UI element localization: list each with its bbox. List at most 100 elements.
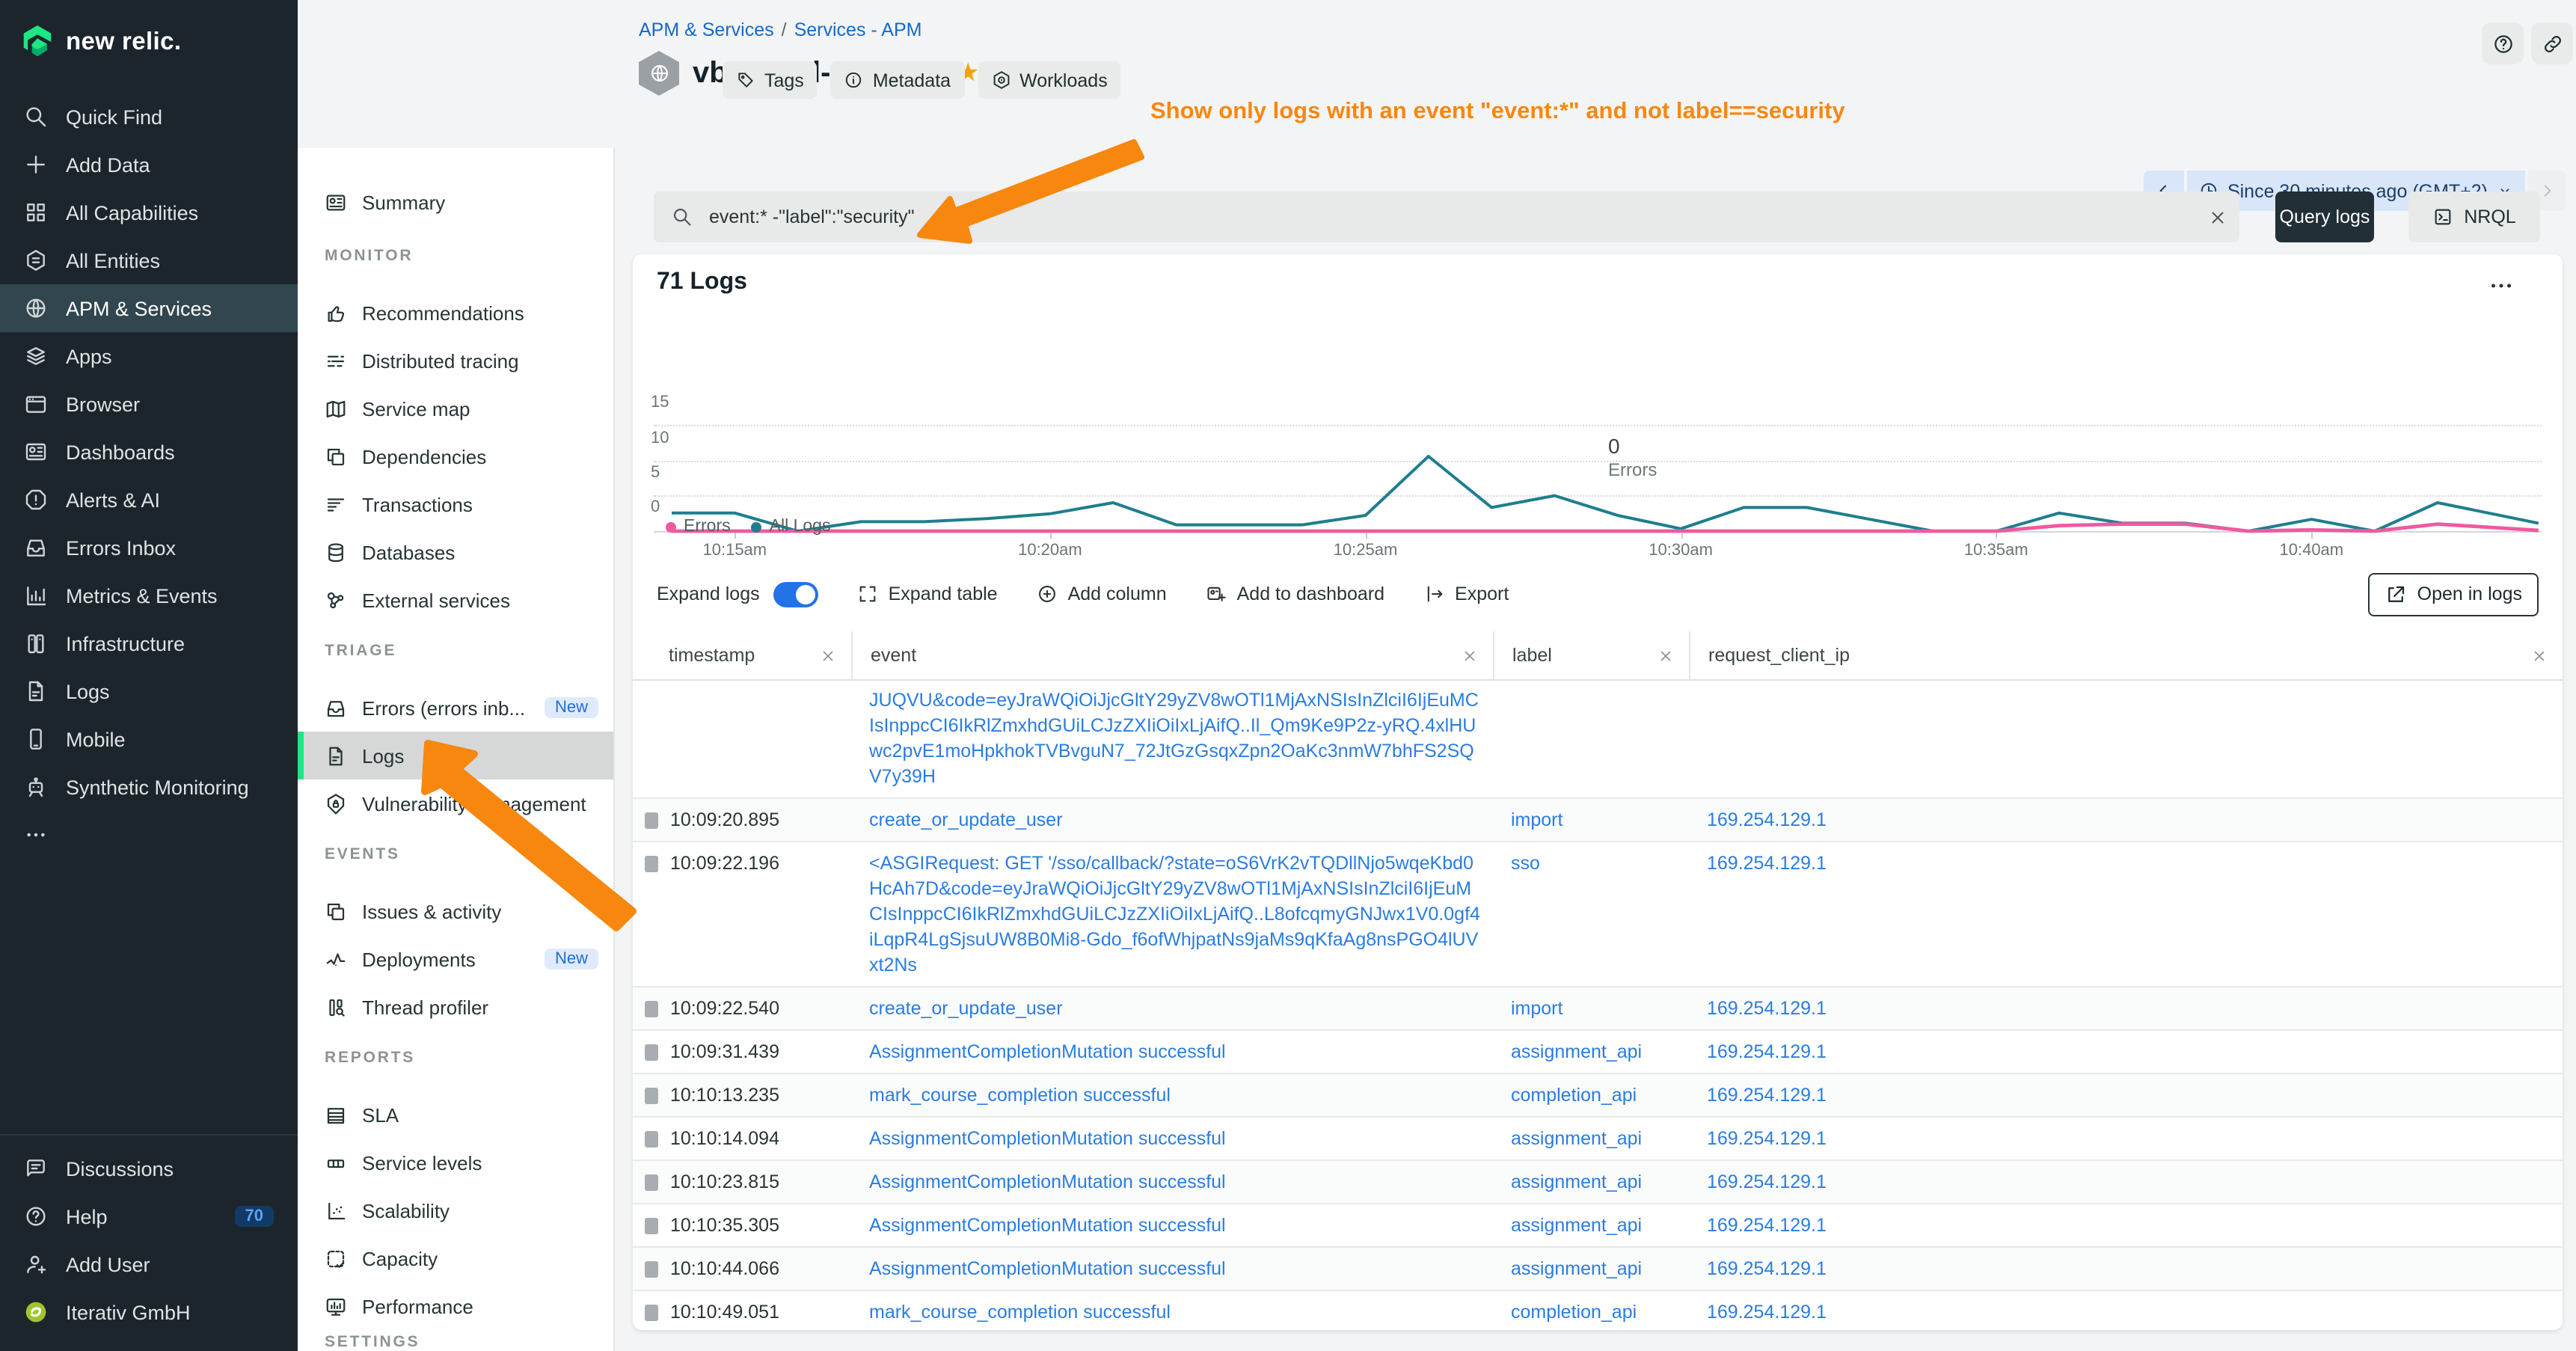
legend-item-errors[interactable]: Errors — [666, 518, 731, 536]
cell-request-client-ip-link[interactable]: 169.254.129.1 — [1707, 1085, 1827, 1106]
cell-label-link[interactable]: assignment_api — [1511, 1041, 1642, 1062]
entity-action-button[interactable]: Metadata — [831, 61, 964, 99]
entity-nav-item[interactable]: Vulnerability Management — [298, 779, 613, 827]
log-table-row[interactable]: 10:10:13.235mark_course_completion succe… — [633, 1074, 2563, 1118]
log-query-input[interactable] — [706, 205, 2195, 229]
cell-label-link[interactable]: import — [1511, 809, 1563, 830]
legend-item-all-logs[interactable]: All Logs — [752, 518, 831, 536]
row-marker[interactable] — [645, 1088, 658, 1104]
entity-nav-item[interactable]: Errors (errors inb... New — [298, 684, 613, 732]
entity-nav-item[interactable]: Logs — [298, 732, 613, 779]
log-table-row[interactable]: 10:09:31.439AssignmentCompletionMutation… — [633, 1031, 2563, 1074]
global-nav-item[interactable]: Add Data — [0, 141, 298, 189]
remove-column-icon[interactable] — [820, 647, 836, 664]
cell-request-client-ip-link[interactable]: 169.254.129.1 — [1707, 853, 1827, 874]
global-nav-item[interactable] — [0, 811, 298, 859]
column-header-label[interactable]: label — [1493, 631, 1689, 679]
entity-nav-item[interactable]: Deployments New — [298, 935, 613, 983]
entity-nav-item[interactable]: Summary — [298, 178, 613, 226]
global-nav-item[interactable]: Logs — [0, 667, 298, 715]
log-table-row[interactable]: 10:09:22.540create_or_update_userimport1… — [633, 987, 2563, 1031]
help-button[interactable] — [2482, 22, 2524, 64]
cell-request-client-ip-link[interactable]: 169.254.129.1 — [1707, 1171, 1827, 1192]
log-table-row[interactable]: 10:09:22.196<ASGIRequest: GET '/sso/call… — [633, 842, 2563, 987]
global-nav-item[interactable]: Alerts & AI — [0, 476, 298, 524]
add-column-button[interactable]: Add column — [1037, 583, 1167, 604]
cell-event-link[interactable]: AssignmentCompletionMutation successful — [869, 1258, 1226, 1279]
panel-menu-button[interactable] — [2488, 272, 2533, 302]
entity-nav-item[interactable]: Service map — [298, 385, 613, 432]
row-marker[interactable] — [645, 1218, 658, 1234]
entity-nav-item[interactable]: Issues & activity — [298, 887, 613, 935]
cell-label-link[interactable]: completion_api — [1511, 1302, 1637, 1323]
expand-logs-toggle[interactable] — [773, 581, 818, 607]
cell-request-client-ip-link[interactable]: 169.254.129.1 — [1707, 809, 1827, 830]
log-table-row[interactable]: JUQVU&code=eyJraWQiOiJjcGltY29yZV8wOTl1M… — [633, 679, 2563, 799]
row-marker[interactable] — [645, 1174, 658, 1191]
global-nav-item[interactable]: Browser — [0, 380, 298, 428]
column-header-event[interactable]: event — [851, 631, 1493, 679]
entity-nav-item[interactable]: Distributed tracing — [298, 337, 613, 385]
add-to-dashboard-button[interactable]: Add to dashboard — [1206, 583, 1384, 604]
global-nav-item[interactable]: Apps — [0, 332, 298, 380]
cell-label-link[interactable]: sso — [1511, 853, 1540, 874]
entity-action-button[interactable]: Tags — [723, 61, 818, 99]
cell-request-client-ip-link[interactable]: 169.254.129.1 — [1707, 998, 1827, 1019]
global-nav-item[interactable]: Dashboards — [0, 428, 298, 476]
cell-label-link[interactable]: completion_api — [1511, 1085, 1637, 1106]
global-nav-item[interactable]: All Entities — [0, 236, 298, 284]
export-button[interactable]: Export — [1423, 583, 1509, 604]
log-query-bar[interactable] — [654, 192, 2239, 242]
cell-request-client-ip-link[interactable]: 169.254.129.1 — [1707, 1302, 1827, 1323]
entity-nav-item[interactable]: Transactions — [298, 480, 613, 528]
cell-event-link[interactable]: <ASGIRequest: GET '/sso/callback/?state=… — [869, 853, 1480, 975]
breadcrumb-services-apm[interactable]: Services - APM — [794, 19, 922, 40]
row-marker[interactable] — [645, 1044, 658, 1061]
clear-query-button[interactable] — [2195, 207, 2239, 227]
remove-column-icon[interactable] — [2531, 647, 2548, 664]
global-nav-item[interactable]: Quick Find — [0, 93, 298, 141]
query-logs-button[interactable]: Query logs — [2275, 192, 2374, 242]
new-relic-logo[interactable]: new relic. — [0, 0, 298, 67]
row-marker[interactable] — [645, 1001, 658, 1017]
global-nav-item[interactable]: Infrastructure — [0, 619, 298, 667]
entity-nav-item[interactable]: SLA — [298, 1091, 613, 1139]
entity-nav-item[interactable]: Thread profiler — [298, 983, 613, 1031]
column-header-request-client-ip[interactable]: request_client_ip — [1689, 631, 2563, 679]
open-in-logs-button[interactable]: Open in logs — [2368, 572, 2539, 616]
cell-request-client-ip-link[interactable]: 169.254.129.1 — [1707, 1258, 1827, 1279]
cell-event-link[interactable]: create_or_update_user — [869, 809, 1063, 830]
entity-nav-item[interactable]: External services — [298, 576, 613, 624]
global-nav-footer-item[interactable]: Discussions — [0, 1145, 298, 1192]
log-table-row[interactable]: 10:10:49.051mark_course_completion succe… — [633, 1291, 2563, 1327]
cell-event-link[interactable]: AssignmentCompletionMutation successful — [869, 1041, 1226, 1062]
entity-nav-item[interactable]: Performance — [298, 1282, 613, 1330]
cell-label-link[interactable]: assignment_api — [1511, 1215, 1642, 1236]
global-nav-footer-item[interactable]: Iterativ GmbH — [0, 1288, 298, 1336]
cell-label-link[interactable]: assignment_api — [1511, 1258, 1642, 1279]
row-marker[interactable] — [645, 1131, 658, 1148]
entity-nav-item[interactable]: Databases — [298, 528, 613, 576]
global-nav-footer-item[interactable]: Add User — [0, 1240, 298, 1288]
nrql-button[interactable]: NRQL — [2408, 192, 2540, 242]
log-table-row[interactable]: 10:09:20.895create_or_update_userimport1… — [633, 799, 2563, 842]
global-nav-item[interactable]: APM & Services — [0, 284, 298, 332]
global-nav-item[interactable]: Metrics & Events — [0, 572, 298, 619]
remove-column-icon[interactable] — [1657, 647, 1674, 664]
global-nav-item[interactable]: Synthetic Monitoring — [0, 763, 298, 811]
global-nav-item[interactable]: All Capabilities — [0, 189, 298, 236]
row-marker[interactable] — [645, 1305, 658, 1321]
cell-event-link[interactable]: AssignmentCompletionMutation successful — [869, 1128, 1226, 1149]
entity-nav-item[interactable]: Dependencies — [298, 432, 613, 480]
cell-label-link[interactable]: assignment_api — [1511, 1171, 1642, 1192]
row-marker[interactable] — [645, 812, 658, 829]
cell-event-link[interactable]: mark_course_completion successful — [869, 1085, 1171, 1106]
copy-link-button[interactable] — [2531, 22, 2573, 64]
entity-action-button[interactable]: Workloads — [978, 61, 1121, 99]
cell-event-link[interactable]: AssignmentCompletionMutation successful — [869, 1215, 1226, 1236]
breadcrumb-apm-services[interactable]: APM & Services — [639, 19, 774, 40]
entity-nav-item[interactable]: Service levels — [298, 1139, 613, 1186]
log-table-row[interactable]: 10:10:35.305AssignmentCompletionMutation… — [633, 1204, 2563, 1248]
log-table-row[interactable]: 10:10:23.815AssignmentCompletionMutation… — [633, 1161, 2563, 1204]
cell-event-link[interactable]: AssignmentCompletionMutation successful — [869, 1171, 1226, 1192]
